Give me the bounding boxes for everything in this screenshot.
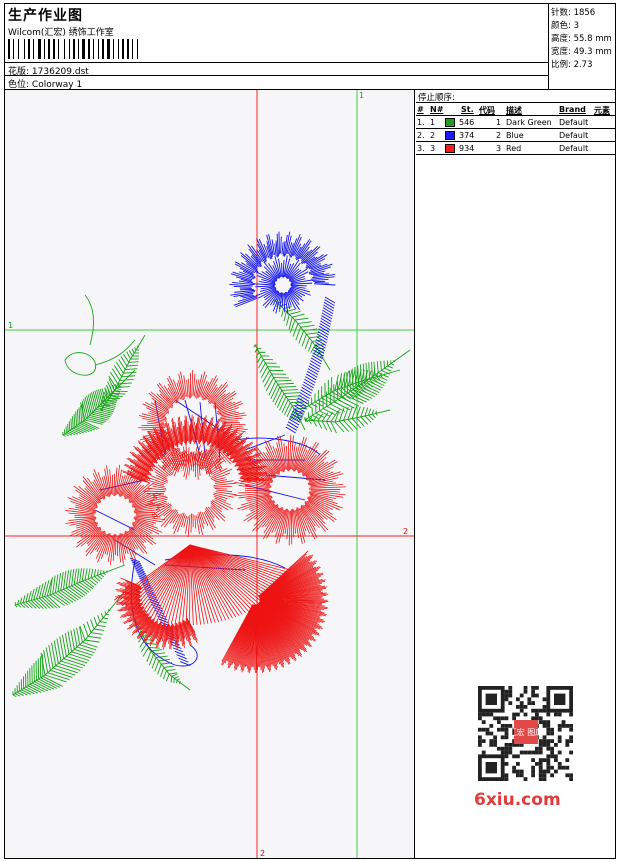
table-row: 3. 3 934 3 Red Default bbox=[416, 142, 615, 155]
row-brand: Default bbox=[559, 118, 589, 127]
embroidery-canvas: 1 1 2 2 bbox=[5, 90, 415, 858]
qr-code-image: 汇宏 图库 bbox=[478, 686, 573, 781]
table-header: # N# St. 代码 描述 Brand 元素 bbox=[416, 103, 615, 116]
header-divider bbox=[5, 75, 548, 76]
stop-sequence-table: # N# St. 代码 描述 Brand 元素 1. 1 546 1 Dark … bbox=[416, 102, 615, 155]
qr-code-watermark: 汇宏 图库 bbox=[470, 682, 582, 792]
row-n: 1 bbox=[430, 118, 436, 127]
guide-green-v-label: 1 bbox=[359, 91, 364, 100]
row-stitches: 546 bbox=[459, 118, 475, 127]
color-swatch bbox=[445, 144, 455, 153]
row-brand: Default bbox=[559, 131, 589, 140]
row-index: 3. bbox=[417, 144, 425, 153]
row-stitches: 934 bbox=[459, 144, 475, 153]
guide-green-h-label: 1 bbox=[8, 321, 13, 330]
stitch-count: 针数: 1856 bbox=[551, 8, 596, 18]
row-brand: Default bbox=[559, 144, 589, 153]
column-header: 元素 bbox=[594, 106, 610, 115]
embroidery-drawing: 1 1 2 2 bbox=[5, 90, 414, 858]
row-code: 2 bbox=[496, 131, 502, 140]
table-row: 2. 2 374 2 Blue Default bbox=[416, 129, 615, 142]
design-stats: 针数: 1856 颜色: 3 高度: 55.8 mm 宽度: 49.3 mm 比… bbox=[548, 4, 615, 89]
header-info: 生产作业图 Wilcom(汇宏) 绣饰工作室 花版: 1736209.dst 色… bbox=[5, 4, 548, 90]
row-index: 2. bbox=[417, 131, 425, 140]
header-divider bbox=[5, 62, 548, 63]
row-n: 3 bbox=[430, 144, 436, 153]
design-width: 宽度: 49.3 mm bbox=[551, 47, 612, 57]
column-header: Brand bbox=[559, 105, 586, 114]
svg-text:汇宏 图库: 汇宏 图库 bbox=[509, 727, 544, 737]
column-header: St. bbox=[461, 105, 474, 114]
row-code: 1 bbox=[496, 118, 502, 127]
color-count: 颜色: 3 bbox=[551, 21, 579, 31]
color-swatch bbox=[445, 118, 455, 127]
table-row: 1. 1 546 1 Dark Green Default bbox=[416, 116, 615, 129]
color-swatch bbox=[445, 131, 455, 140]
design-scale: 比例: 2.73 bbox=[551, 60, 593, 70]
row-description: Red bbox=[506, 144, 522, 153]
row-n: 2 bbox=[430, 131, 436, 140]
sheet-header: 生产作业图 Wilcom(汇宏) 绣饰工作室 花版: 1736209.dst 色… bbox=[5, 4, 615, 90]
row-stitches: 374 bbox=[459, 131, 475, 140]
row-index: 1. bbox=[417, 118, 425, 127]
column-header: 代码 bbox=[479, 106, 495, 115]
colorway-label: 色位: bbox=[8, 80, 30, 90]
sheet-title: 生产作业图 bbox=[8, 8, 83, 24]
design-height: 高度: 55.8 mm bbox=[551, 34, 612, 44]
colorway: 色位: Colorway 1 bbox=[8, 77, 82, 90]
column-header: N# bbox=[430, 105, 444, 114]
barcode-image bbox=[8, 39, 138, 59]
company-name: Wilcom(汇宏) 绣饰工作室 bbox=[8, 28, 114, 38]
guide-red-v-label: 2 bbox=[260, 849, 265, 858]
row-code: 3 bbox=[496, 144, 502, 153]
guide-red-h-label: 2 bbox=[403, 527, 408, 536]
column-header: # bbox=[417, 105, 424, 114]
site-watermark: 6xiu.com bbox=[474, 790, 561, 810]
colorway-value: Colorway 1 bbox=[31, 80, 83, 90]
row-description: Blue bbox=[506, 131, 524, 140]
row-description: Dark Green bbox=[506, 118, 552, 127]
stitch-layer-green bbox=[12, 294, 411, 698]
column-header: 描述 bbox=[506, 106, 522, 115]
